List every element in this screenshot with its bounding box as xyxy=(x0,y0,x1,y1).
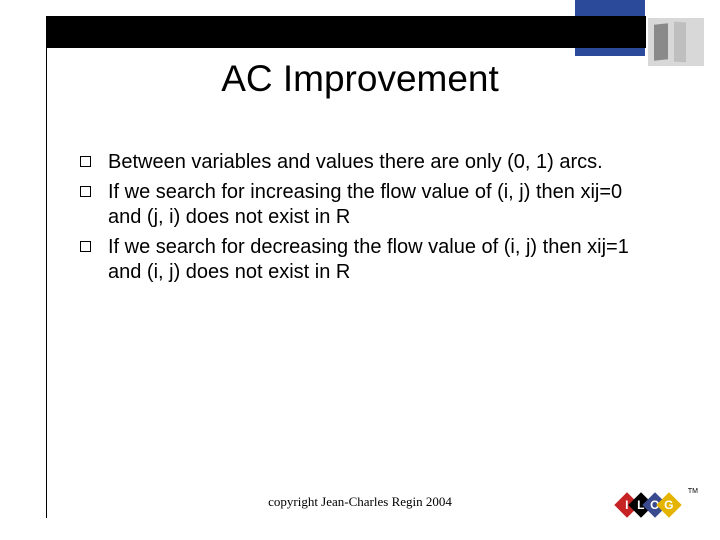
list-item: Between variables and values there are o… xyxy=(80,150,650,176)
bullet-box-icon xyxy=(80,156,91,167)
footer-copyright: copyright Jean-Charles Regin 2004 xyxy=(0,494,720,510)
logo-tm: TM xyxy=(688,488,698,495)
list-item-text: If we search for increasing the flow val… xyxy=(108,181,622,229)
vertical-rule xyxy=(46,48,47,518)
list-item: If we search for decreasing the flow val… xyxy=(80,235,650,286)
slide-title: AC Improvement xyxy=(0,58,720,100)
list-item-text: Between variables and values there are o… xyxy=(108,151,603,173)
header-black-bar xyxy=(46,16,646,48)
list-item: If we search for increasing the flow val… xyxy=(80,180,650,231)
slide-body: Between variables and values there are o… xyxy=(80,150,650,290)
bullet-box-icon xyxy=(80,241,91,252)
ilog-logo: I L O G TM xyxy=(618,490,692,520)
bullet-list: Between variables and values there are o… xyxy=(80,150,650,286)
list-item-text: If we search for decreasing the flow val… xyxy=(108,236,629,284)
logo-letter: G xyxy=(664,498,673,512)
logo-diamond-g: G xyxy=(656,492,681,517)
bullet-box-icon xyxy=(80,186,91,197)
slide: AC Improvement Between variables and val… xyxy=(0,0,720,540)
